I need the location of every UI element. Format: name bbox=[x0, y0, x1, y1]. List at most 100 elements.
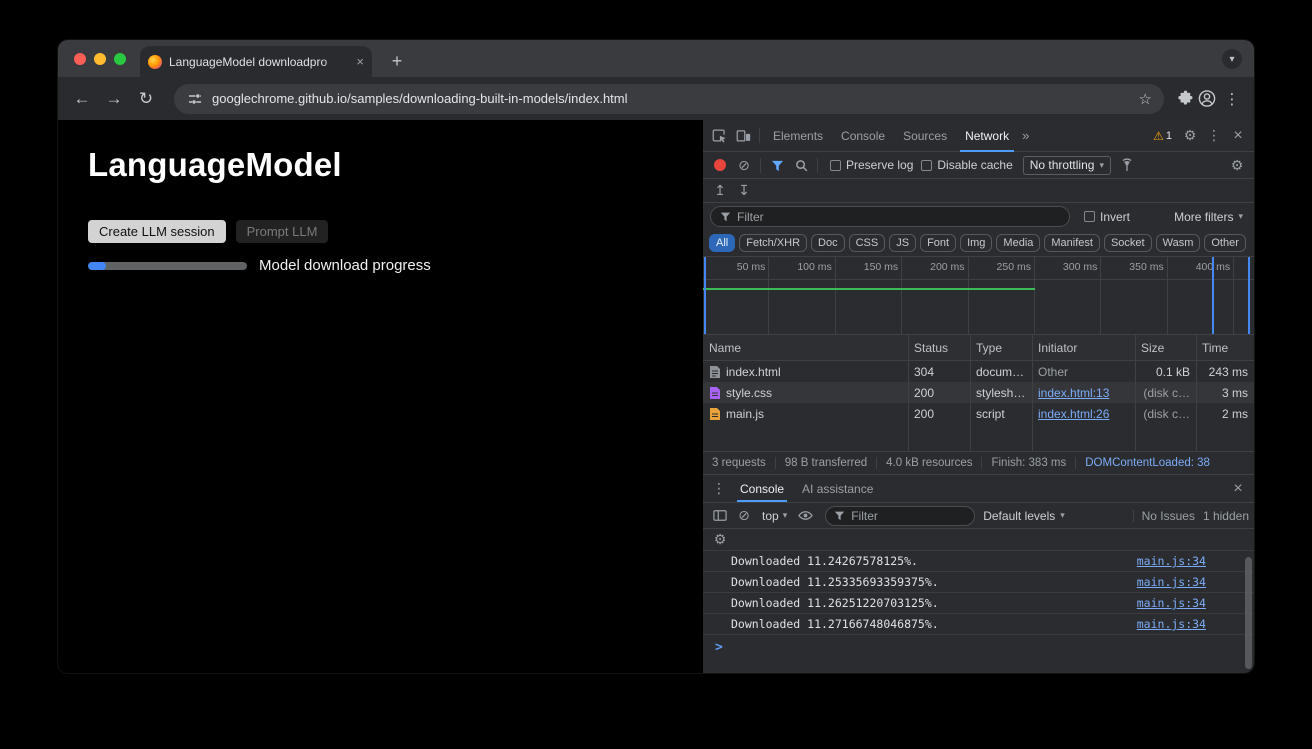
table-row[interactable]: main.js 200 script index.html:26 (disk c… bbox=[703, 403, 1254, 424]
chip-media[interactable]: Media bbox=[996, 234, 1040, 252]
more-filters-dropdown[interactable]: More filters ▾ bbox=[1174, 210, 1247, 224]
chip-other[interactable]: Other bbox=[1204, 234, 1246, 252]
prompt-chevron-icon: > bbox=[715, 640, 723, 655]
new-tab-button[interactable]: + bbox=[384, 48, 410, 74]
network-conditions-icon[interactable] bbox=[1115, 154, 1139, 176]
site-settings-icon[interactable] bbox=[186, 90, 204, 108]
disable-cache-label: Disable cache bbox=[937, 158, 1012, 172]
source-link[interactable]: main.js:34 bbox=[1137, 554, 1206, 568]
funnel-icon bbox=[720, 211, 731, 222]
error-warning-icon[interactable]: ⚠ bbox=[1153, 129, 1164, 143]
summary-requests: 3 requests bbox=[712, 457, 766, 469]
network-settings-icon[interactable]: ⚙ bbox=[1225, 154, 1249, 176]
browser-tab[interactable]: LanguageModel downloadpro × bbox=[140, 46, 372, 77]
tab-network[interactable]: Network bbox=[956, 120, 1018, 152]
extensions-icon[interactable] bbox=[1176, 90, 1194, 108]
reload-button[interactable]: ↻ bbox=[132, 85, 160, 113]
disable-cache-checkbox[interactable] bbox=[921, 160, 932, 171]
bookmark-star-icon[interactable]: ☆ bbox=[1139, 90, 1152, 108]
console-filter-input-wrap[interactable] bbox=[825, 506, 975, 526]
chip-fetch-xhr[interactable]: Fetch/XHR bbox=[739, 234, 807, 252]
source-link[interactable]: main.js:34 bbox=[1137, 575, 1206, 589]
table-header[interactable]: Name Status Type Initiator Size Time bbox=[703, 335, 1254, 361]
url-text[interactable]: googlechrome.github.io/samples/downloadi… bbox=[212, 91, 1131, 106]
network-overview-timeline[interactable]: 50 ms 100 ms 150 ms 200 ms 250 ms 300 ms… bbox=[703, 257, 1254, 335]
console-sidebar-icon[interactable] bbox=[708, 505, 732, 527]
progress-label: Model download progress bbox=[259, 257, 431, 274]
devtools-menu-icon[interactable]: ⋮ bbox=[1202, 125, 1226, 147]
drawer-menu-icon[interactable]: ⋮ bbox=[707, 478, 731, 500]
chip-img[interactable]: Img bbox=[960, 234, 992, 252]
preserve-log-checkbox[interactable] bbox=[830, 160, 841, 171]
profile-avatar-icon[interactable] bbox=[1198, 90, 1216, 108]
chip-css[interactable]: CSS bbox=[849, 234, 886, 252]
drawer-tab-ai-assistance[interactable]: AI assistance bbox=[793, 475, 882, 502]
network-filter-icon[interactable] bbox=[765, 154, 789, 176]
script-icon bbox=[709, 407, 721, 421]
source-link[interactable]: main.js:34 bbox=[1137, 617, 1206, 631]
chevron-down-icon: ▾ bbox=[1099, 160, 1104, 171]
minimize-window-button[interactable] bbox=[94, 53, 106, 65]
network-toolbar: ⊘ Preserve log Disable cache No throttli… bbox=[703, 152, 1254, 179]
summary-transferred: 98 B transferred bbox=[785, 457, 867, 469]
chevron-down-icon: ▾ bbox=[1238, 211, 1243, 222]
throttling-select[interactable]: No throttling ▾ bbox=[1023, 156, 1111, 175]
tab-close-icon[interactable]: × bbox=[356, 55, 364, 68]
address-bar[interactable]: googlechrome.github.io/samples/downloadi… bbox=[174, 84, 1164, 114]
console-filter-input[interactable] bbox=[851, 509, 966, 523]
initiator-link[interactable]: index.html:13 bbox=[1038, 386, 1109, 400]
log-levels-select[interactable]: Default levels ▾ bbox=[983, 509, 1065, 523]
initiator-link[interactable]: index.html:26 bbox=[1038, 407, 1109, 421]
devtools-scrollbar[interactable] bbox=[1245, 557, 1252, 669]
back-button[interactable]: ← bbox=[68, 85, 96, 113]
clear-network-log-icon[interactable]: ⊘ bbox=[732, 154, 756, 176]
no-issues-label[interactable]: No Issues bbox=[1142, 509, 1195, 523]
browser-menu-icon[interactable]: ⋮ bbox=[1220, 90, 1244, 108]
tick-label: 250 ms bbox=[997, 261, 1031, 273]
col-status: Status bbox=[908, 341, 970, 355]
tab-elements[interactable]: Elements bbox=[764, 120, 832, 152]
export-har-icon[interactable]: ↧ bbox=[732, 182, 756, 199]
console-prompt[interactable]: > bbox=[703, 635, 1254, 659]
prompt-llm-button[interactable]: Prompt LLM bbox=[236, 220, 329, 243]
record-network-log-icon[interactable] bbox=[714, 159, 726, 171]
import-har-icon[interactable]: ↥ bbox=[708, 182, 732, 199]
drawer-close-icon[interactable]: × bbox=[1226, 478, 1250, 500]
chip-js[interactable]: JS bbox=[889, 234, 916, 252]
more-tabs-icon[interactable]: » bbox=[1018, 128, 1033, 143]
create-llm-session-button[interactable]: Create LLM session bbox=[88, 220, 226, 243]
devtools-close-icon[interactable]: × bbox=[1226, 125, 1250, 147]
console-context-select[interactable]: top ▾ bbox=[756, 509, 793, 523]
chip-font[interactable]: Font bbox=[920, 234, 956, 252]
tab-console[interactable]: Console bbox=[832, 120, 894, 152]
devtools-settings-icon[interactable]: ⚙ bbox=[1178, 125, 1202, 147]
drawer-tab-console[interactable]: Console bbox=[731, 475, 793, 502]
document-icon bbox=[709, 365, 721, 379]
network-filter-input-wrap[interactable] bbox=[710, 206, 1070, 227]
network-filter-input[interactable] bbox=[737, 210, 1060, 224]
clear-console-icon[interactable]: ⊘ bbox=[732, 505, 756, 527]
live-expression-eye-icon[interactable] bbox=[793, 505, 817, 527]
forward-button[interactable]: → bbox=[100, 85, 128, 113]
maximize-window-button[interactable] bbox=[114, 53, 126, 65]
browser-window: LanguageModel downloadpro × + ▾ ← → ↻ go… bbox=[58, 40, 1254, 673]
device-toolbar-icon[interactable] bbox=[731, 125, 755, 147]
tab-search-button[interactable]: ▾ bbox=[1222, 49, 1242, 69]
hidden-messages-label[interactable]: 1 hidden bbox=[1203, 509, 1249, 523]
funnel-icon bbox=[834, 510, 845, 521]
chip-doc[interactable]: Doc bbox=[811, 234, 845, 252]
close-window-button[interactable] bbox=[74, 53, 86, 65]
console-drawer-header: ⋮ Console AI assistance × bbox=[703, 475, 1254, 502]
chip-all[interactable]: All bbox=[709, 234, 735, 252]
invert-checkbox[interactable] bbox=[1084, 211, 1095, 222]
chip-socket[interactable]: Socket bbox=[1104, 234, 1152, 252]
table-row[interactable]: style.css 200 stylesh… index.html:13 (di… bbox=[703, 382, 1254, 403]
table-row[interactable]: index.html 304 docum… Other 0.1 kB 243 m… bbox=[703, 361, 1254, 382]
network-search-icon[interactable] bbox=[789, 154, 813, 176]
inspect-element-icon[interactable] bbox=[707, 125, 731, 147]
source-link[interactable]: main.js:34 bbox=[1137, 596, 1206, 610]
chip-wasm[interactable]: Wasm bbox=[1156, 234, 1201, 252]
tab-sources[interactable]: Sources bbox=[894, 120, 956, 152]
chip-manifest[interactable]: Manifest bbox=[1044, 234, 1100, 252]
console-settings-icon[interactable]: ⚙ bbox=[708, 529, 732, 551]
